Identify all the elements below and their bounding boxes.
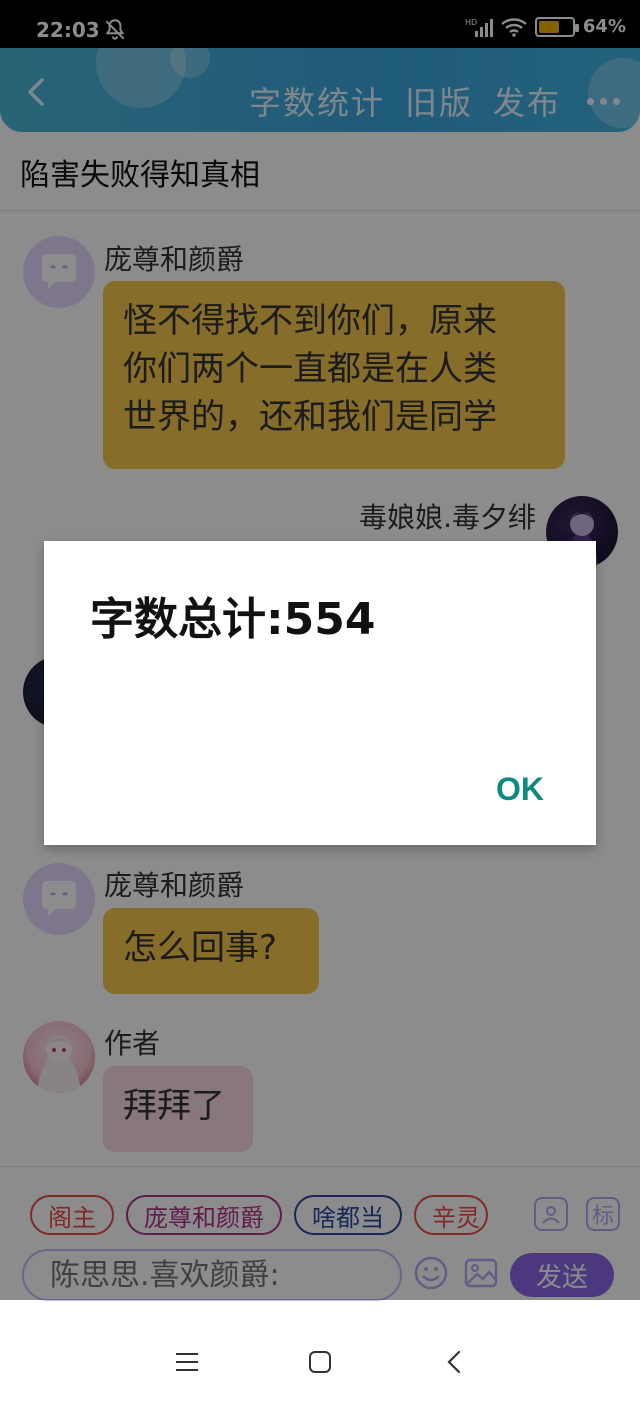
home-icon[interactable] — [296, 1338, 344, 1386]
word-count-dialog: 字数总计:554 OK — [44, 541, 596, 845]
dialog-message: 字数总计:554 — [90, 594, 376, 645]
menu-icon[interactable] — [163, 1338, 211, 1386]
nav-back-icon[interactable] — [430, 1338, 478, 1386]
ok-button[interactable]: OK — [496, 771, 544, 808]
system-nav-bar — [0, 1302, 640, 1422]
